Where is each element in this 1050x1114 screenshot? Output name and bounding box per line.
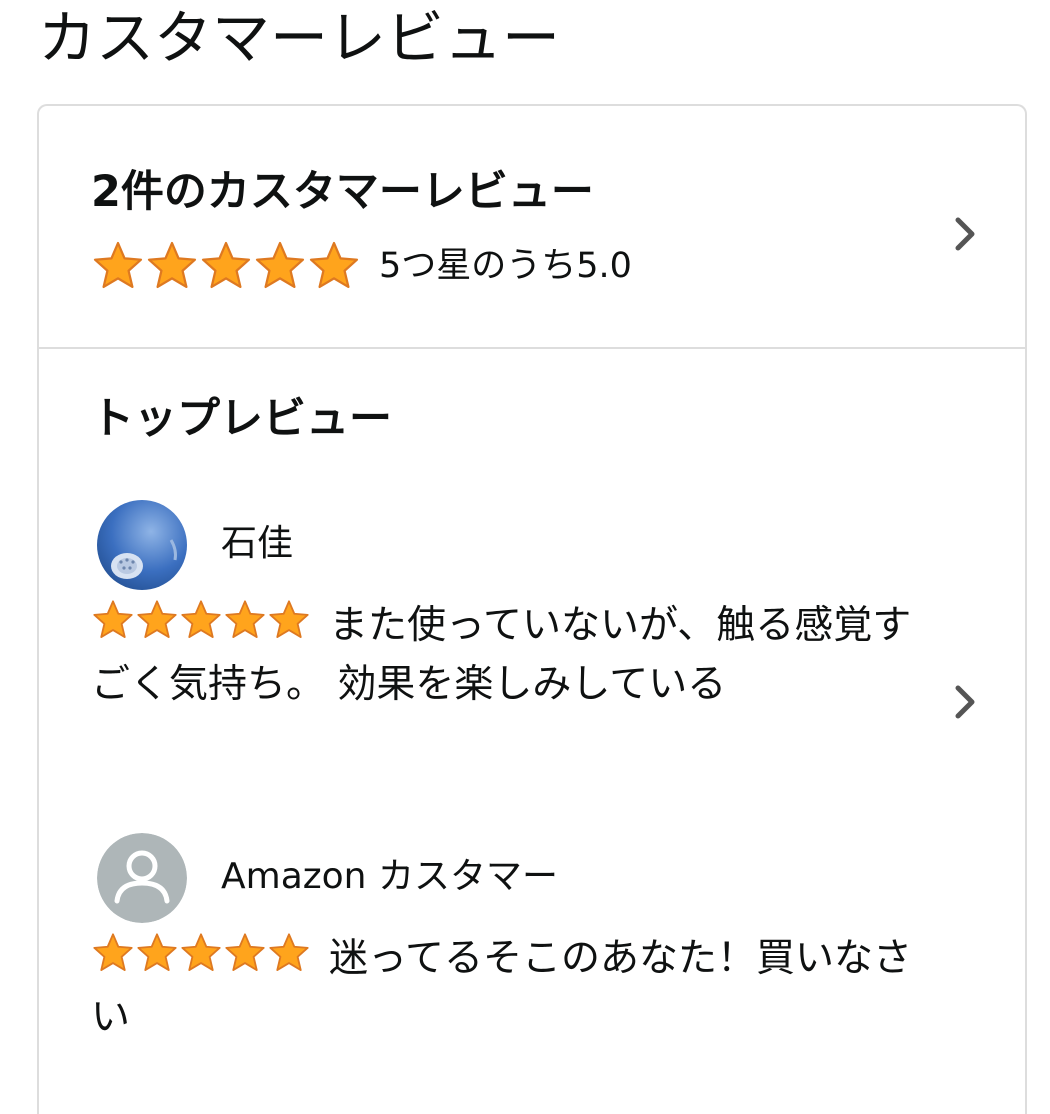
average-rating: 5つ星のうち5.0 [91,240,632,292]
star-icon [181,600,221,638]
review-text: 迷ってるそこのあなた！買いなさい [91,929,921,1047]
review-item[interactable]: 石佳 また使っていないが、触る感覚すごく気持ち。 効果を楽しみしている [91,500,975,780]
star-icon [269,600,309,638]
star-icon [269,933,309,971]
review-summary-link[interactable]: 2件のカスタマーレビュー 5つ星のうち5.0 [39,106,1025,349]
rating-text: 5つ星のうち5.0 [379,246,632,286]
reviews-card: 2件のカスタマーレビュー 5つ星のうち5.0 トップレビュー 石佳 また使ってい… [37,104,1027,1114]
star-icon [137,933,177,971]
star-icon [225,600,265,638]
review-text: また使っていないが、触る感覚すごく気持ち。 効果を楽しみしている [91,596,921,714]
review-count-title: 2件のカスタマーレビュー [91,167,594,217]
star-icon [309,241,359,289]
page-title: カスタマーレビュー [38,4,561,72]
star-icon [93,600,133,638]
star-rating [91,239,361,293]
chevron-right-icon [945,682,985,722]
star-icon [225,933,265,971]
star-rating [91,598,311,642]
chevron-right-icon [945,214,985,254]
star-icon [201,241,251,289]
review-item[interactable]: Amazon カスタマー 迷ってるそこのあなた！買いなさい [91,833,971,1063]
reviewer-name: Amazon カスタマー [221,856,558,897]
star-rating [91,931,311,975]
reviewer-avatar [97,500,187,590]
star-icon [93,241,143,289]
star-icon [147,241,197,289]
reviewer-name: 石佳 [221,523,294,564]
star-icon [93,933,133,971]
top-reviews-heading: トップレビュー [91,394,392,444]
default-user-icon [97,833,187,923]
star-icon [181,933,221,971]
star-icon [255,241,305,289]
star-icon [137,600,177,638]
